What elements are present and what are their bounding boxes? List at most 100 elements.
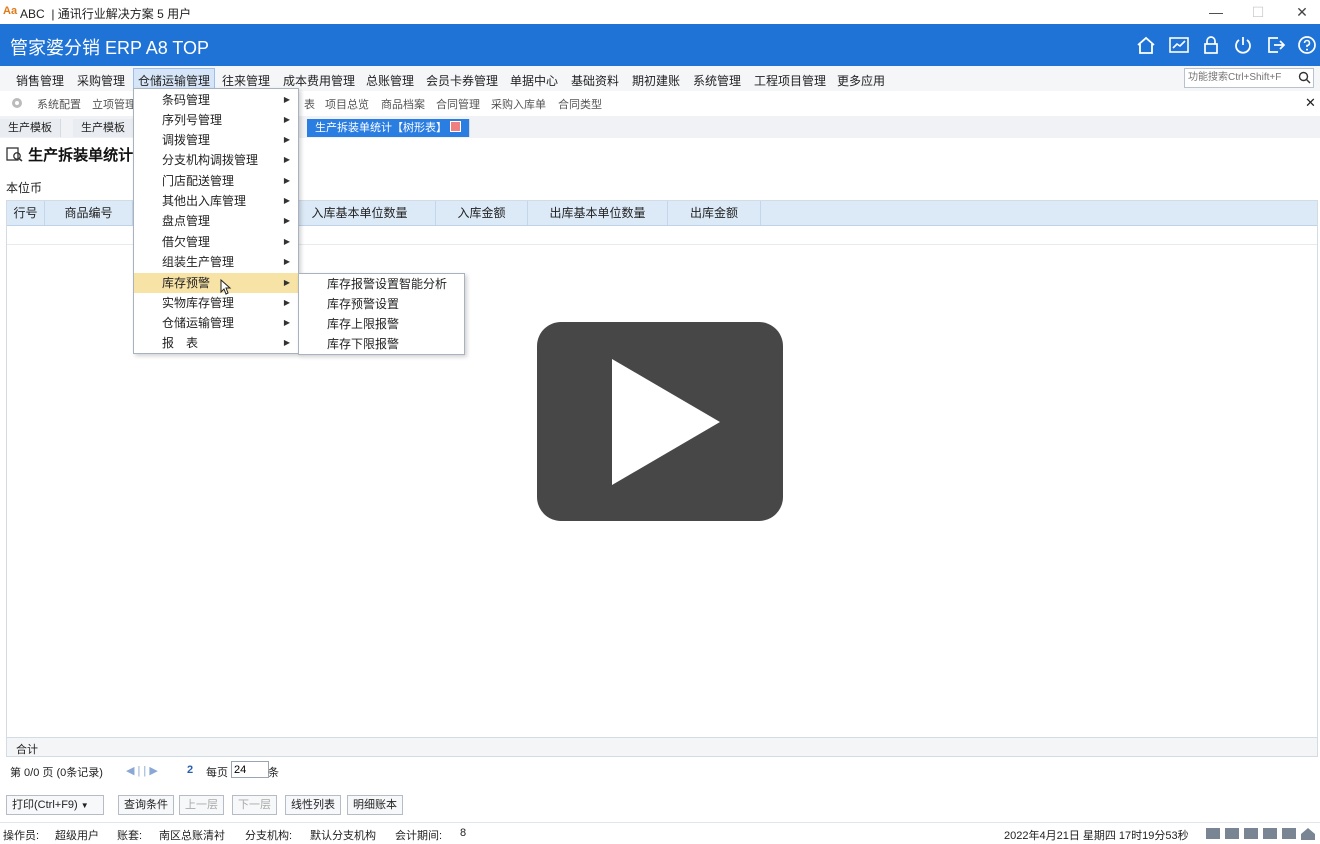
maximize-button[interactable]: ☐: [1238, 2, 1278, 22]
tab-production-stats[interactable]: 生产拆装单统计【树形表】: [307, 119, 471, 137]
app-logo-icon: Aa: [3, 5, 18, 17]
menu-more[interactable]: 更多应用: [837, 72, 885, 89]
col-out-amount[interactable]: 出库金额: [668, 201, 761, 225]
print-button-label: 打印(Ctrl+F9): [12, 799, 78, 811]
menu-item-store-delivery[interactable]: 门店配送管理 ▶: [134, 171, 298, 191]
menu-item-warehouse-transport[interactable]: 仓储运输管理 ▶: [134, 313, 298, 333]
per-page-input[interactable]: [231, 761, 269, 778]
function-search[interactable]: [1184, 68, 1314, 88]
submenu-item-alert-settings[interactable]: 库存预警设置: [299, 294, 464, 314]
gear-icon[interactable]: [10, 96, 24, 110]
page-number[interactable]: 2: [187, 764, 193, 776]
menu-item-physical-stock[interactable]: 实物库存管理 ▶: [134, 293, 298, 313]
detail-ledger-button[interactable]: 明细账本: [347, 795, 403, 815]
down-level-button[interactable]: 下一层: [232, 795, 277, 815]
tab-production-template-1[interactable]: 生产模板: [0, 119, 61, 137]
page-nav[interactable]: ◀ | | ▶: [126, 764, 158, 777]
sum-label: 合计: [16, 744, 38, 756]
menu-item-stocktake[interactable]: 盘点管理 ▶: [134, 211, 298, 231]
submenu-arrow-icon: ▶: [283, 115, 290, 124]
print-button[interactable]: 打印(Ctrl+F9) ▼: [6, 795, 104, 815]
menu-basic-data[interactable]: 基础资料: [571, 72, 619, 89]
quickbar-close-icon[interactable]: ✕: [1305, 95, 1316, 111]
video-play-button[interactable]: [537, 322, 783, 521]
col-in-qty[interactable]: 入库基本单位数量: [284, 201, 436, 225]
page-title-text: 生产拆装单统计: [28, 147, 134, 164]
submenu-item-alert-analysis[interactable]: 库存报警设置智能分析: [299, 274, 464, 294]
submenu-arrow-icon: ▶: [283, 216, 290, 225]
submenu-arrow-icon: ▶: [283, 278, 290, 287]
col-product-code[interactable]: 商品编号: [45, 201, 133, 225]
status-tray-icons[interactable]: [1206, 826, 1316, 841]
menu-projects[interactable]: 工程项目管理: [754, 72, 826, 89]
quick-contract-mgmt[interactable]: 合同管理: [436, 96, 480, 112]
col-out-qty[interactable]: 出库基本单位数量: [528, 201, 668, 225]
menu-documents[interactable]: 单据中心: [510, 72, 558, 89]
chart-icon[interactable]: [1168, 35, 1190, 55]
quick-purchase-receipt[interactable]: 采购入库单: [491, 96, 546, 112]
menu-item-branch-transfer[interactable]: 分支机构调拨管理 ▶: [134, 150, 298, 170]
quick-project-setup[interactable]: 立项管理: [92, 96, 136, 112]
tab-production-template-2[interactable]: 生产模板: [73, 119, 134, 137]
lock-icon[interactable]: [1200, 35, 1222, 55]
submenu-arrow-icon: ▶: [283, 155, 290, 164]
submenu-item-lower-limit[interactable]: 库存下限报警: [299, 334, 464, 354]
pager: 第 0/0 页 (0条记录) ◀ | | ▶ 2 每页 条: [0, 759, 1320, 783]
search-input[interactable]: [1185, 69, 1297, 86]
help-icon[interactable]: [1296, 35, 1318, 55]
menu-item-label: 库存预警: [162, 276, 211, 290]
menu-ledger[interactable]: 总账管理: [366, 72, 414, 89]
query-conditions-button[interactable]: 查询条件: [118, 795, 174, 815]
menu-item-other-io[interactable]: 其他出入库管理 ▶: [134, 191, 298, 211]
submenu-arrow-icon: ▶: [283, 196, 290, 205]
period-value: 8: [460, 827, 467, 839]
warehouse-dropdown-menu: 条码管理 ▶ 序列号管理 ▶ 调拨管理 ▶ 分支机构调拨管理 ▶ 门店配送管理 ▶ 其他出…: [133, 88, 299, 354]
branch-label: 分支机构:: [245, 830, 293, 842]
submenu-arrow-icon: ▶: [283, 176, 290, 185]
menu-item-assembly[interactable]: 组装生产管理 ▶: [134, 252, 298, 272]
close-button[interactable]: ✕: [1282, 2, 1320, 22]
minimize-button[interactable]: —: [1196, 2, 1236, 22]
col-in-amount[interactable]: 入库金额: [436, 201, 528, 225]
menu-sales[interactable]: 销售管理: [16, 72, 64, 89]
branch-value: 默认分支机构: [310, 830, 376, 842]
menu-item-label: 序列号管理: [162, 113, 223, 127]
up-level-button[interactable]: 上一层: [179, 795, 224, 815]
quick-project-overview[interactable]: 项目总览: [325, 96, 369, 112]
menu-item-stock-alert[interactable]: 库存预警 ▶: [134, 273, 298, 295]
logout-icon[interactable]: [1265, 35, 1287, 55]
menu-opening[interactable]: 期初建账: [632, 72, 680, 89]
account-label: 账套:: [117, 830, 143, 842]
window-title-text: | 通讯行业解决方案 5 用户: [51, 7, 192, 21]
menu-membership[interactable]: 会员卡券管理: [426, 72, 498, 89]
tab-close-icon[interactable]: [450, 121, 462, 132]
quick-report[interactable]: 表: [304, 96, 315, 112]
submenu-arrow-icon: ▶: [283, 298, 290, 307]
menu-purchase[interactable]: 采购管理: [77, 72, 125, 89]
stock-alert-submenu: 库存报警设置智能分析 库存预警设置 库存上限报警 库存下限报警: [298, 273, 465, 355]
search-icon[interactable]: [1298, 71, 1311, 84]
submenu-item-label: 库存报警设置智能分析: [327, 277, 448, 291]
account-value: 南区总账清衬: [159, 830, 225, 842]
brand-title: 管家婆分销 ERP A8 TOP: [10, 38, 210, 58]
linear-list-button[interactable]: 线性列表: [285, 795, 341, 815]
submenu-item-label: 库存预警设置: [327, 297, 400, 311]
menu-item-barcode[interactable]: 条码管理 ▶: [134, 90, 298, 110]
menu-item-reports[interactable]: 报 表 ▶: [134, 333, 298, 353]
menu-system[interactable]: 系统管理: [693, 72, 741, 89]
menu-item-borrowing[interactable]: 借欠管理 ▶: [134, 232, 298, 252]
quick-product-files[interactable]: 商品档案: [381, 96, 425, 112]
menu-item-serial[interactable]: 序列号管理 ▶: [134, 110, 298, 130]
home-icon[interactable]: [1135, 35, 1157, 55]
window-titlebar: Aa ABC | 通讯行业解决方案 5 用户 — ☐ ✕: [0, 0, 1320, 24]
submenu-item-upper-limit[interactable]: 库存上限报警: [299, 314, 464, 334]
col-row-no[interactable]: 行号: [7, 201, 45, 225]
power-icon[interactable]: [1232, 35, 1254, 55]
quick-contract-type[interactable]: 合同类型: [558, 96, 602, 112]
menu-costs[interactable]: 成本费用管理: [283, 72, 355, 89]
menu-item-label: 调拨管理: [162, 133, 211, 147]
menu-item-label: 组装生产管理: [162, 255, 235, 269]
menu-accounts[interactable]: 往来管理: [222, 72, 270, 89]
quick-system-config[interactable]: 系统配置: [37, 96, 81, 112]
menu-item-transfer[interactable]: 调拨管理 ▶: [134, 130, 298, 150]
